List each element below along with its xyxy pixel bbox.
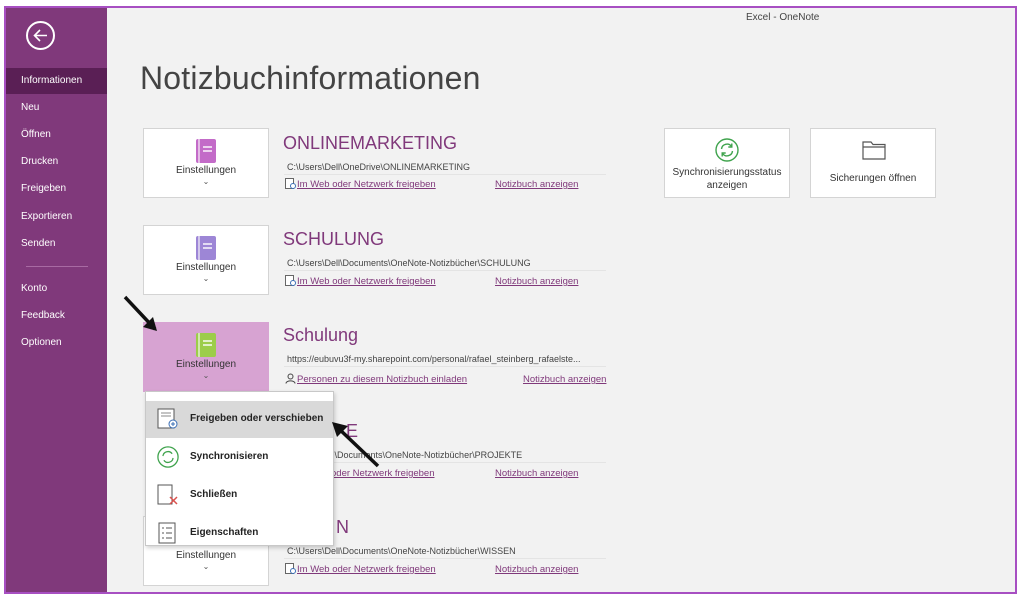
menu-item-label: Schließen [190,489,238,500]
sync-status-button[interactable]: Synchronisierungsstatus anzeigen [664,128,790,198]
share-link[interactable]: Im Web oder Netzwerk freigeben [297,179,436,190]
menu-item-close[interactable]: Schließen [146,477,333,514]
notebook-icon [196,139,216,163]
view-notebook-link[interactable]: Notizbuch anzeigen [523,374,606,385]
sidebar-item-feedback[interactable]: Feedback [6,303,107,329]
menu-item-label: Synchronisieren [190,451,269,462]
chevron-down-icon: ⌄ [202,177,210,186]
open-backups-label: Sicherungen öffnen [829,173,917,184]
view-notebook-link[interactable]: Notizbuch anzeigen [495,564,578,575]
view-notebook-link[interactable]: Notizbuch anzeigen [495,179,578,190]
notebook-path: C:\Users\Dell\OneDrive\ONLINEMARKETING [284,159,606,175]
notebook-settings-button-schulung[interactable]: Einstellungen ⌄ [143,225,269,295]
notebook-name: N [336,517,349,537]
sidebar-item-informationen[interactable]: Informationen [6,68,107,94]
notebook-name: SCHULUNG [283,229,385,249]
notebook-name: ONLINEMARKETING [283,133,458,153]
menu-item-properties[interactable]: Eigenschaften [146,515,333,552]
sidebar-item-neu[interactable]: Neu [6,95,107,121]
invite-person-icon [285,373,296,384]
menu-item-share-move[interactable]: Freigeben oder verschieben [146,401,333,438]
sidebar-item-exportieren[interactable]: Exportieren [6,204,107,230]
notebook-icon [196,333,216,357]
notebook-path: C:\Users\Dell\Documents\OneNote-Notizbüc… [284,255,606,271]
share-move-icon [157,408,178,429]
menu-item-label: Eigenschaften [190,527,259,538]
invite-people-link[interactable]: Personen zu diesem Notizbuch einladen [297,374,467,385]
view-notebook-link[interactable]: Notizbuch anzeigen [495,468,578,479]
settings-label: Einstellungen [175,359,237,370]
notebook-path: https://eubuvu3f-my.sharepoint.com/perso… [284,351,606,367]
sidebar-item-optionen[interactable]: Optionen [6,330,107,356]
menu-item-label: Freigeben oder verschieben [190,413,324,424]
view-notebook-link[interactable]: Notizbuch anzeigen [495,276,578,287]
properties-icon [158,522,176,544]
share-web-icon [285,178,296,189]
sidebar-item-oeffnen[interactable]: Öffnen [6,122,107,148]
backstage-sidebar: Informationen Neu Öffnen Drucken Freigeb… [6,8,107,592]
settings-label: Einstellungen [175,165,237,176]
annotation-arrow [123,295,157,331]
share-web-icon [285,563,296,574]
sidebar-item-freigeben[interactable]: Freigeben [6,176,107,202]
settings-label: Einstellungen [175,262,237,273]
sidebar-divider [26,266,88,267]
chevron-down-icon: ⌄ [202,562,210,571]
share-link[interactable]: Im Web oder Netzwerk freigeben [297,276,436,287]
sidebar-item-konto[interactable]: Konto [6,276,107,302]
chevron-down-icon: ⌄ [202,371,210,380]
notebook-icon [196,236,216,260]
open-backups-button[interactable]: Sicherungen öffnen [810,128,936,198]
back-button[interactable] [26,21,55,50]
sidebar-item-senden[interactable]: Senden [6,231,107,257]
share-link[interactable]: Im Web oder Netzwerk freigeben [297,564,436,575]
back-arrow-icon [33,29,47,42]
sync-icon [715,138,739,162]
notebook-name: Schulung [283,325,359,345]
sync-icon [157,446,179,468]
onenote-backstage: Informationen Neu Öffnen Drucken Freigeb… [4,6,1017,594]
annotation-arrow [332,422,380,468]
sync-status-label: Synchronisierungsstatus anzeigen [672,167,782,191]
sidebar-item-drucken[interactable]: Drucken [6,149,107,175]
folder-icon [862,141,886,160]
menu-item-sync[interactable]: Synchronisieren [146,439,333,476]
window-title: Excel - OneNote [746,12,820,23]
notebook-settings-button-onlinemarketing[interactable]: Einstellungen ⌄ [143,128,269,198]
close-notebook-icon [157,484,178,505]
share-web-icon [285,275,296,286]
chevron-down-icon: ⌄ [202,274,210,283]
page-title: Notizbuchinformationen [140,60,481,96]
notebook-settings-menu: Freigeben oder verschieben Synchronisier… [145,391,334,546]
